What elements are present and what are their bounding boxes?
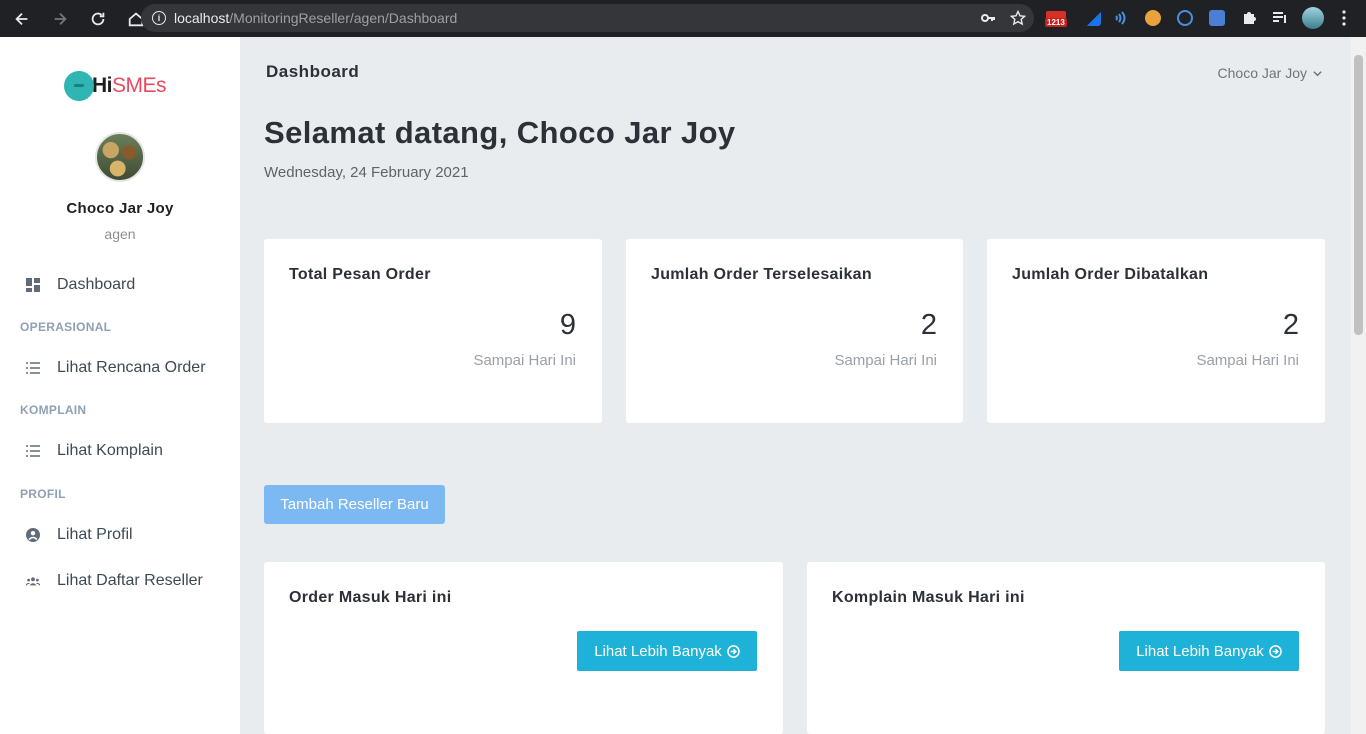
address-bar[interactable]: i localhost/MonitoringReseller/agen/Dash… xyxy=(141,4,1034,32)
group-icon xyxy=(26,574,40,588)
page-scrollbar[interactable] xyxy=(1351,37,1366,734)
stat-title: Jumlah Order Dibatalkan xyxy=(1012,266,1209,283)
gmail-count-badge: 1213 xyxy=(1045,18,1067,27)
gmail-extension-icon[interactable]: 1213 xyxy=(1043,7,1069,29)
pen-extension-icon[interactable] xyxy=(1083,7,1103,29)
stat-value: 2 xyxy=(1282,309,1299,341)
stat-value: 2 xyxy=(920,309,937,341)
sidebar-item-daftar-reseller[interactable]: Lihat Daftar Reseller xyxy=(0,566,240,596)
page-title: Dashboard xyxy=(266,62,360,81)
stat-subtitle: Sampai Hari Ini xyxy=(834,352,937,369)
scrollbar-thumb[interactable] xyxy=(1354,55,1363,335)
media-queue-icon[interactable] xyxy=(1270,7,1290,29)
hismes-logo[interactable]: HiSMEs xyxy=(64,71,167,101)
user-menu-dropdown[interactable]: Choco Jar Joy xyxy=(1218,65,1322,81)
sidebar-user-name: Choco Jar Joy xyxy=(66,200,174,217)
back-icon[interactable] xyxy=(6,3,38,35)
view-more-orders-button[interactable]: Lihat Lebih Banyak xyxy=(577,631,757,671)
panel-order-masuk: Order Masuk Hari ini Lihat Lebih Banyak xyxy=(264,562,783,734)
panel-title: Komplain Masuk Hari ini xyxy=(832,589,1025,606)
stat-card-total-order: Total Pesan Order 9 Sampai Hari Ini xyxy=(264,239,602,423)
sidebar-item-label: Lihat Rencana Order xyxy=(57,359,206,376)
sidebar-item-profil[interactable]: Lihat Profil xyxy=(0,520,240,550)
section-profil: PROFIL xyxy=(20,487,66,501)
compass-extension-icon[interactable] xyxy=(1175,7,1195,29)
user-circle-icon xyxy=(26,528,40,542)
wave-extension-icon[interactable] xyxy=(1112,7,1132,29)
translate-extension-icon[interactable] xyxy=(1207,7,1227,29)
list-icon xyxy=(26,361,40,375)
user-menu-label: Choco Jar Joy xyxy=(1217,65,1307,81)
stat-title: Jumlah Order Terselesaikan xyxy=(651,266,872,283)
stat-value: 9 xyxy=(559,309,576,341)
button-label: Lihat Lebih Banyak xyxy=(1136,642,1264,660)
section-komplain: KOMPLAIN xyxy=(20,403,87,417)
puzzle-icon[interactable] xyxy=(1239,7,1259,29)
stat-subtitle: Sampai Hari Ini xyxy=(473,352,576,369)
sidebar-item-komplain[interactable]: Lihat Komplain xyxy=(0,436,240,466)
chat-bubble-icon xyxy=(64,71,94,101)
sidebar-item-label: Lihat Profil xyxy=(57,526,133,543)
browser-menu-icon[interactable] xyxy=(1336,7,1352,29)
dashboard-icon xyxy=(26,278,40,292)
forward-icon[interactable] xyxy=(44,3,76,35)
sidebar-item-rencana-order[interactable]: Lihat Rencana Order xyxy=(0,353,240,383)
stat-subtitle: Sampai Hari Ini xyxy=(1196,352,1299,369)
stat-card-order-dibatalkan: Jumlah Order Dibatalkan 2 Sampai Hari In… xyxy=(987,239,1325,423)
stat-title: Total Pesan Order xyxy=(289,266,431,283)
url-text: localhost/MonitoringReseller/agen/Dashbo… xyxy=(174,10,458,26)
chevron-down-icon xyxy=(1313,70,1322,76)
sidebar-item-label: Lihat Daftar Reseller xyxy=(57,572,203,589)
view-more-complaints-button[interactable]: Lihat Lebih Banyak xyxy=(1119,631,1299,671)
panel-komplain-masuk: Komplain Masuk Hari ini Lihat Lebih Bany… xyxy=(807,562,1325,734)
sidebar-item-label: Dashboard xyxy=(57,276,136,293)
browser-toolbar: i localhost/MonitoringReseller/agen/Dash… xyxy=(0,0,1366,37)
button-label: Lihat Lebih Banyak xyxy=(594,642,722,660)
sidebar: HiSMEs Choco Jar Joy agen Dashboard OPER… xyxy=(0,37,240,734)
avatar xyxy=(95,132,145,182)
arrow-circle-right-icon xyxy=(726,644,740,658)
site-info-icon[interactable]: i xyxy=(152,11,166,25)
sidebar-item-dashboard[interactable]: Dashboard xyxy=(0,270,240,300)
star-icon[interactable] xyxy=(1009,9,1027,31)
section-operasional: OPERASIONAL xyxy=(20,320,112,334)
face-extension-icon[interactable] xyxy=(1143,7,1163,29)
list-icon xyxy=(26,444,40,458)
sidebar-item-label: Lihat Komplain xyxy=(57,442,163,459)
reload-icon[interactable] xyxy=(82,3,114,35)
current-date: Wednesday, 24 February 2021 xyxy=(264,164,469,181)
panel-title: Order Masuk Hari ini xyxy=(289,589,452,606)
arrow-circle-right-icon xyxy=(1268,644,1282,658)
sidebar-user-role: agen xyxy=(104,226,136,242)
profile-avatar-icon[interactable] xyxy=(1300,7,1326,29)
key-icon[interactable] xyxy=(980,10,996,31)
add-reseller-button[interactable]: Tambah Reseller Baru xyxy=(264,485,445,524)
stat-card-order-selesai: Jumlah Order Terselesaikan 2 Sampai Hari… xyxy=(626,239,963,423)
welcome-heading: Selamat datang, Choco Jar Joy xyxy=(264,115,736,150)
